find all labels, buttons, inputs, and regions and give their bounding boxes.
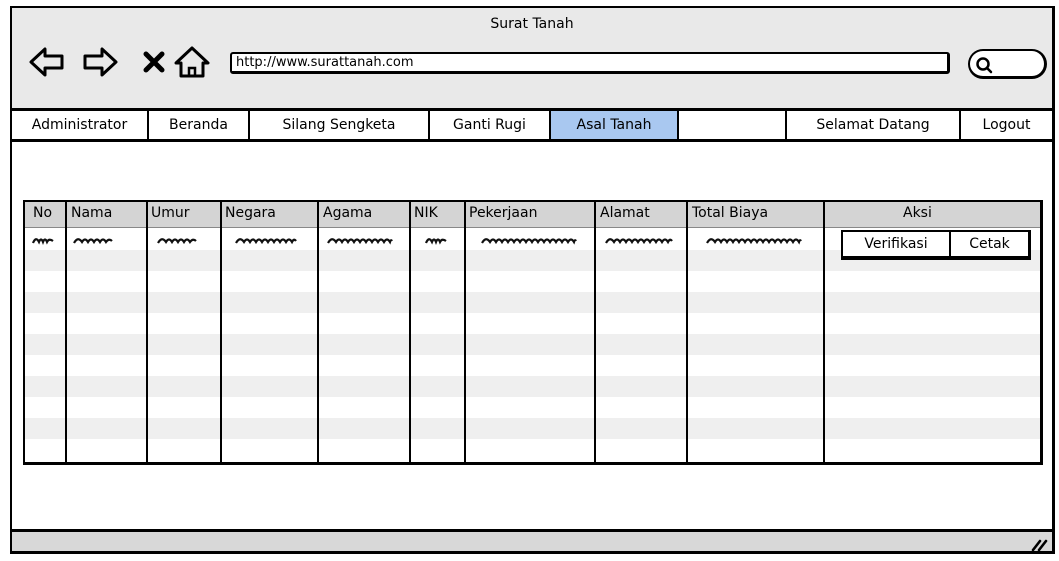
column-header-nama[interactable]: Nama <box>71 205 112 221</box>
table-row <box>25 418 1040 439</box>
column-divider <box>65 202 67 462</box>
column-divider <box>686 202 688 462</box>
column-divider <box>220 202 222 462</box>
action-button-group: Verifikasi Cetak <box>841 230 1031 260</box>
column-header-negara[interactable]: Negara <box>225 205 276 221</box>
title-bar: Surat Tanah http://www.surattanah.com <box>12 8 1052 111</box>
status-bar <box>12 529 1052 553</box>
menu-item-beranda[interactable]: Beranda <box>149 111 250 139</box>
column-header-pekerjaan[interactable]: Pekerjaan <box>469 205 537 221</box>
close-icon[interactable] <box>134 42 174 82</box>
verifikasi-button[interactable]: Verifikasi <box>843 232 951 256</box>
column-divider <box>146 202 148 462</box>
menu-item-logout[interactable]: Logout <box>961 111 1052 139</box>
column-header-total-biaya[interactable]: Total Biaya <box>692 205 768 221</box>
window-title: Surat Tanah <box>490 16 574 32</box>
menu-item-asal-tanah[interactable]: Asal Tanah <box>551 111 679 139</box>
placeholder-scribble <box>235 238 297 245</box>
column-header-no[interactable]: No <box>33 205 52 221</box>
data-table: No Nama Umur Negara Agama NIK Pekerjaan … <box>23 200 1043 465</box>
table-row <box>25 334 1040 355</box>
placeholder-scribble <box>706 238 802 245</box>
column-header-alamat[interactable]: Alamat <box>600 205 650 221</box>
column-header-aksi[interactable]: Aksi <box>903 205 932 221</box>
placeholder-scribble <box>605 238 673 245</box>
placeholder-scribble <box>327 238 393 245</box>
forward-arrow-icon[interactable] <box>80 42 120 82</box>
column-header-umur[interactable]: Umur <box>151 205 190 221</box>
column-divider <box>823 202 825 462</box>
column-divider <box>409 202 411 462</box>
search-icon <box>976 57 993 74</box>
back-arrow-icon[interactable] <box>27 42 67 82</box>
search-box[interactable] <box>968 49 1047 79</box>
column-divider <box>594 202 596 462</box>
column-divider <box>317 202 319 462</box>
placeholder-scribble <box>73 238 113 245</box>
placeholder-scribble <box>32 238 54 245</box>
menu-item-administrator[interactable]: Administrator <box>12 111 149 139</box>
cetak-button[interactable]: Cetak <box>951 232 1028 256</box>
table-row <box>25 376 1040 397</box>
menu-item-ganti-rugi[interactable]: Ganti Rugi <box>430 111 551 139</box>
menu-item-silang-sengketa[interactable]: Silang Sengketa <box>250 111 430 139</box>
column-header-agama[interactable]: Agama <box>323 205 372 221</box>
table-row <box>25 292 1040 313</box>
browser-window: Surat Tanah http://www.surattanah.com Ad… <box>10 6 1055 554</box>
menu-item-selamat-datang[interactable]: Selamat Datang <box>787 111 961 139</box>
column-header-nik[interactable]: NIK <box>414 205 438 221</box>
placeholder-scribble <box>157 238 197 245</box>
menu-bar: Administrator Beranda Silang Sengketa Ga… <box>12 111 1052 142</box>
address-bar[interactable]: http://www.surattanah.com <box>230 52 950 74</box>
menu-item-empty[interactable] <box>679 111 787 139</box>
home-icon[interactable] <box>172 42 212 82</box>
column-divider <box>464 202 466 462</box>
placeholder-scribble <box>481 238 577 245</box>
placeholder-scribble <box>425 238 447 245</box>
resize-grip-icon[interactable] <box>1030 535 1048 553</box>
